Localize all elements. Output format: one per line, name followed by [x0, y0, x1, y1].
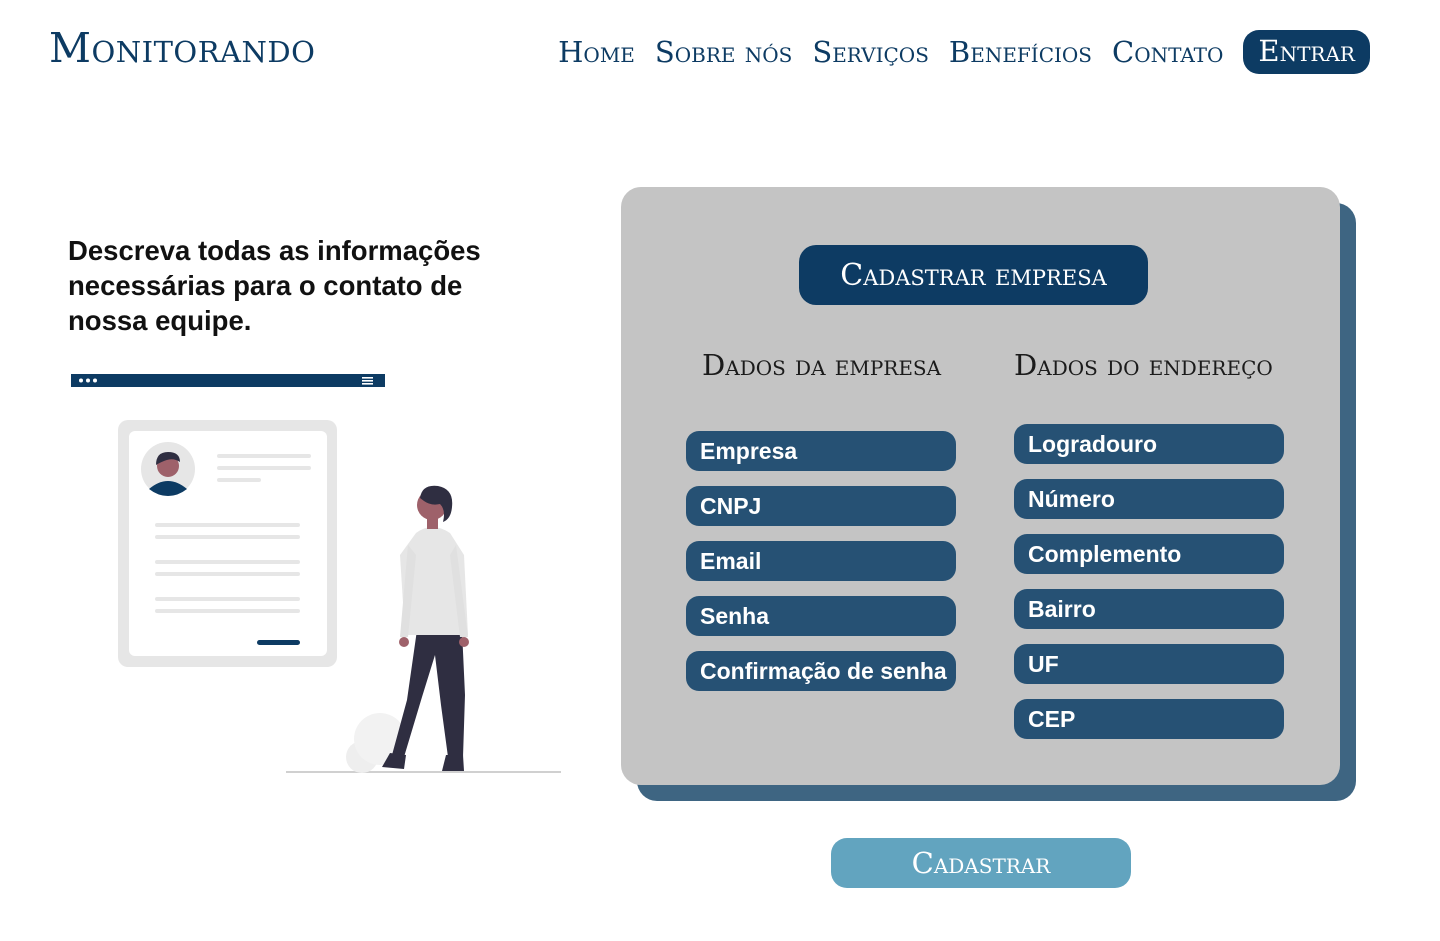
- complement-field[interactable]: Complemento: [1014, 534, 1284, 574]
- submit-button[interactable]: Cadastrar: [831, 838, 1131, 888]
- number-field[interactable]: Número: [1014, 479, 1284, 519]
- main-nav: Home Sobre nós Serviços Benefícios Conta…: [538, 30, 1370, 74]
- district-field[interactable]: Bairro: [1014, 589, 1284, 629]
- street-field[interactable]: Logradouro: [1014, 424, 1284, 464]
- intro-text: Descreva todas as informações necessária…: [68, 235, 481, 336]
- company-name-field[interactable]: Empresa: [686, 431, 956, 471]
- nav-services[interactable]: Serviços: [812, 35, 929, 69]
- brand-logo[interactable]: Monitorando: [49, 24, 315, 72]
- registration-illustration: [60, 365, 570, 789]
- form-title: Cadastrar empresa: [799, 245, 1148, 305]
- state-field[interactable]: UF: [1014, 644, 1284, 684]
- company-data-heading: Dados da empresa: [702, 348, 942, 382]
- nav-contact[interactable]: Contato: [1112, 35, 1223, 69]
- nav-home[interactable]: Home: [558, 35, 635, 69]
- email-field[interactable]: Email: [686, 541, 956, 581]
- cnpj-field[interactable]: CNPJ: [686, 486, 956, 526]
- nav-benefits[interactable]: Benefícios: [949, 35, 1092, 69]
- browser-bar: [71, 374, 385, 387]
- nav-about[interactable]: Sobre nós: [655, 35, 792, 69]
- password-confirm-field[interactable]: Confirmação de senha: [686, 651, 956, 691]
- password-field[interactable]: Senha: [686, 596, 956, 636]
- address-data-heading: Dados do endereço: [1014, 348, 1273, 382]
- cep-field[interactable]: CEP: [1014, 699, 1284, 739]
- login-button[interactable]: Entrar: [1243, 30, 1370, 74]
